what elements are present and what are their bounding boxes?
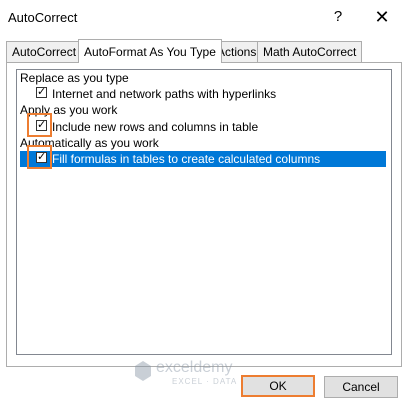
exceldemy-logo-icon xyxy=(135,361,151,381)
option-fill-formulas[interactable]: ✓ Fill formulas in tables to create calc… xyxy=(20,151,386,167)
close-button[interactable]: ✕ xyxy=(370,6,394,28)
group-apply-as-you-work: Apply as you work xyxy=(20,103,118,117)
tab-autocorrect[interactable]: AutoCorrect xyxy=(6,41,83,62)
option-label: Internet and network paths with hyperlin… xyxy=(52,87,277,101)
options-list[interactable]: Replace as you type ✓ Internet and netwo… xyxy=(16,69,392,355)
tab-panel: Replace as you type ✓ Internet and netwo… xyxy=(6,62,402,367)
window-title: AutoCorrect xyxy=(8,10,78,25)
option-label: Include new rows and columns in table xyxy=(52,120,259,134)
ok-button[interactable]: OK xyxy=(241,375,315,397)
option-label: Fill formulas in tables to create calcul… xyxy=(52,152,321,166)
help-button[interactable]: ? xyxy=(328,6,348,28)
group-replace-as-you-type: Replace as you type xyxy=(20,71,129,85)
group-automatically-as-you-work: Automatically as you work xyxy=(20,136,159,150)
include-rows-checkbox[interactable]: ✓ xyxy=(36,120,47,131)
tab-math-autocorrect[interactable]: Math AutoCorrect xyxy=(257,41,363,62)
hyperlinks-checkbox[interactable]: ✓ xyxy=(36,87,47,98)
cancel-button[interactable]: Cancel xyxy=(324,376,398,398)
title-bar: AutoCorrect ? ✕ xyxy=(0,0,408,36)
tab-strip: AutoCorrect AutoFormat As You Type Actio… xyxy=(6,39,402,63)
watermark-name: exceldemy xyxy=(156,359,233,376)
fill-formulas-checkbox[interactable]: ✓ xyxy=(36,152,47,163)
tab-autoformat-as-you-type[interactable]: AutoFormat As You Type xyxy=(78,39,222,63)
